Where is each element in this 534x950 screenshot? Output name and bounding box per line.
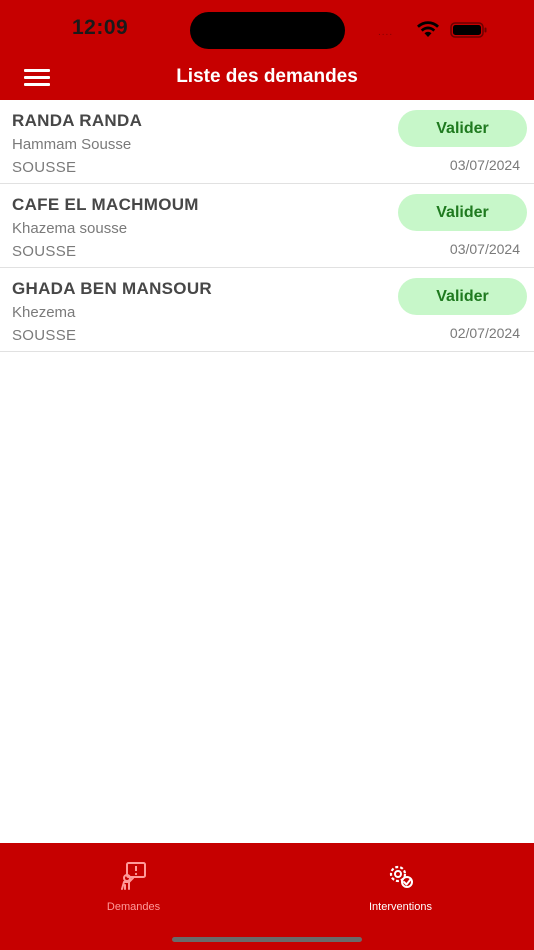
tab-demandes[interactable]: Demandes bbox=[0, 843, 267, 933]
home-indicator bbox=[172, 937, 362, 942]
request-item[interactable]: RANDA RANDA Hammam Sousse SOUSSE Valider… bbox=[0, 100, 534, 184]
request-client-name: GHADA BEN MANSOUR bbox=[12, 279, 212, 298]
request-address: Khazema sousse bbox=[12, 220, 128, 237]
request-address: Hammam Sousse bbox=[12, 136, 132, 153]
battery-icon bbox=[450, 22, 487, 38]
request-client-name: RANDA RANDA bbox=[12, 111, 143, 130]
request-address: Khezema bbox=[12, 304, 76, 321]
dynamic-island bbox=[190, 12, 345, 49]
request-client-name: CAFE EL MACHMOUM bbox=[12, 195, 199, 214]
bottom-tab-bar: Demandes Interventions bbox=[0, 843, 534, 950]
request-city: SOUSSE bbox=[12, 159, 77, 176]
wifi-icon bbox=[417, 21, 439, 37]
request-city: SOUSSE bbox=[12, 243, 77, 260]
request-list: RANDA RANDA Hammam Sousse SOUSSE Valider… bbox=[0, 100, 534, 352]
status-indicators: .... bbox=[378, 20, 518, 40]
request-icon bbox=[120, 862, 146, 890]
tab-interventions[interactable]: Interventions bbox=[267, 843, 534, 933]
request-item[interactable]: CAFE EL MACHMOUM Khazema sousse SOUSSE V… bbox=[0, 184, 534, 268]
request-date: 02/07/2024 bbox=[449, 325, 520, 341]
page-title: Liste des demandes bbox=[176, 66, 358, 87]
interventions-gear-icon bbox=[389, 865, 413, 888]
validate-button[interactable]: Valider bbox=[398, 194, 527, 231]
tab-label: Interventions bbox=[369, 901, 432, 913]
app-header: 12:09 .... Liste des demandes bbox=[0, 0, 534, 100]
signal-icon: .... bbox=[378, 27, 394, 38]
status-time: 12:09 bbox=[72, 16, 129, 39]
request-date: 03/07/2024 bbox=[449, 241, 520, 257]
request-city: SOUSSE bbox=[12, 327, 77, 344]
request-item[interactable]: GHADA BEN MANSOUR Khezema SOUSSE Valider… bbox=[0, 268, 534, 352]
tab-label: Demandes bbox=[106, 901, 161, 913]
request-date: 03/07/2024 bbox=[449, 157, 520, 173]
validate-button[interactable]: Valider bbox=[398, 278, 527, 315]
validate-button[interactable]: Valider bbox=[398, 110, 527, 147]
